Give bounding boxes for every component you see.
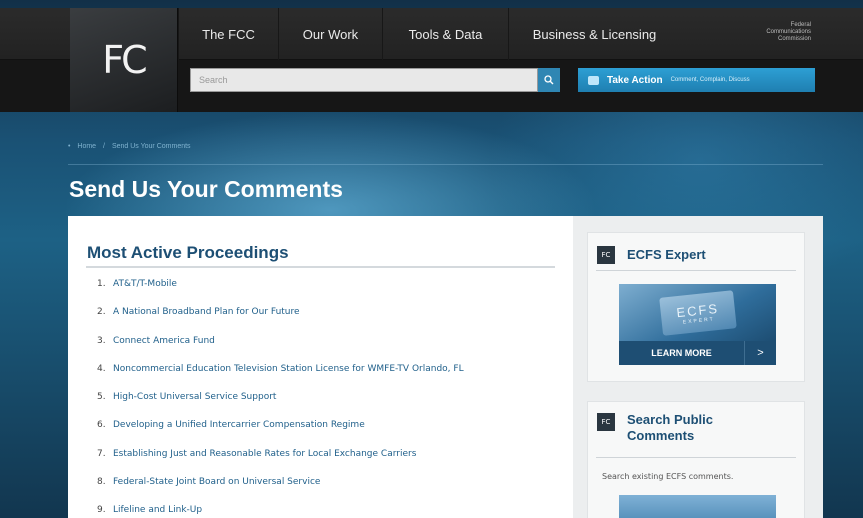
proceeding-link[interactable]: Federal-State Joint Board on Universal S… — [113, 477, 320, 487]
ecfs-card-graphic: ECFS EXPERT — [659, 290, 737, 336]
list-item: 4. Noncommercial Education Television Sta… — [97, 364, 464, 392]
agency-line: Federal — [790, 22, 811, 28]
breadcrumb-current: Send Us Your Comments — [111, 143, 191, 150]
nav-item-label: Our Work — [302, 26, 359, 42]
section-divider — [86, 266, 555, 268]
breadcrumb-separator: / — [103, 143, 105, 150]
item-number: 5. — [97, 392, 106, 403]
nav-item-label: Business & Licensing — [532, 26, 657, 42]
nav-item-label: Tools & Data — [408, 26, 483, 42]
title-line: Comments — [627, 428, 695, 443]
search-comments-description: Search existing ECFS comments. — [602, 472, 734, 481]
learn-more-button[interactable]: LEARN MORE > — [619, 341, 776, 365]
item-number: 8. — [97, 477, 106, 488]
nav-item-business-licensing[interactable]: Business & Licensing — [508, 8, 680, 60]
list-item: 6. Developing a Unified Intercarrier Comp… — [97, 420, 464, 448]
list-item: 9. Lifeline and Link-Up — [97, 505, 464, 518]
proceeding-link[interactable]: Lifeline and Link-Up — [113, 505, 202, 515]
search-button[interactable] — [538, 68, 560, 92]
search-icon — [544, 75, 554, 85]
chevron-right-icon: > — [744, 341, 776, 365]
ecfs-expert-card: FC ECFS Expert ECFS EXPERT LEARN MORE > — [587, 232, 805, 382]
card-divider — [596, 270, 796, 271]
ecfs-expert-title: ECFS Expert — [627, 247, 706, 262]
search-comments-image[interactable] — [619, 495, 776, 518]
fcc-logo[interactable]: FC — [70, 8, 178, 112]
item-number: 9. — [97, 505, 106, 516]
fcc-badge-icon: FC — [597, 413, 615, 431]
item-number: 6. — [97, 420, 106, 431]
search-input[interactable]: Search — [190, 68, 538, 92]
list-item: 8. Federal-State Joint Board on Universal… — [97, 477, 464, 505]
speech-bubble-icon — [588, 75, 599, 85]
list-item: 2. A National Broadband Plan for Our Futu… — [97, 307, 464, 335]
proceeding-link[interactable]: Noncommercial Education Television Stati… — [113, 364, 464, 374]
item-number: 1. — [97, 279, 106, 289]
proceeding-link[interactable]: Establishing Just and Reasonable Rates f… — [113, 449, 416, 459]
take-action-button[interactable]: Take Action Comment, Complain, Discuss — [578, 68, 815, 92]
proceeding-link[interactable]: High-Cost Universal Service Support — [113, 392, 276, 402]
breadcrumb-divider — [68, 164, 823, 165]
proceeding-link[interactable]: Connect America Fund — [113, 336, 215, 346]
list-item: 3. Connect America Fund — [97, 336, 464, 364]
nav-item-the-fcc[interactable]: The FCC — [178, 8, 278, 60]
list-item: 1. AT&T/T-Mobile — [97, 279, 464, 307]
page-title: Send Us Your Comments — [69, 176, 343, 202]
learn-more-label: LEARN MORE — [651, 348, 712, 358]
search-comments-title: Search Public Comments — [627, 412, 713, 444]
breadcrumb: • Home / Send Us Your Comments — [68, 143, 196, 150]
sidebar: FC ECFS Expert ECFS EXPERT LEARN MORE > … — [573, 216, 823, 518]
proceeding-link[interactable]: Developing a Unified Intercarrier Compen… — [113, 420, 365, 430]
take-action-label: Take Action — [607, 74, 663, 86]
proceeding-link[interactable]: AT&T/T-Mobile — [113, 279, 177, 289]
list-item: 5. High-Cost Universal Service Support — [97, 392, 464, 420]
ecfs-expert-image[interactable]: ECFS EXPERT — [619, 284, 776, 341]
fcc-logo-mark: FC — [102, 38, 147, 82]
agency-name: Federal Communications Commission — [731, 22, 811, 43]
nav-item-tools-data[interactable]: Tools & Data — [382, 8, 508, 60]
item-number: 4. — [97, 363, 106, 374]
search-public-comments-card: FC Search Public Comments Search existin… — [587, 401, 805, 518]
site-header: FC The FCC Our Work Tools & Data Busines… — [0, 8, 863, 112]
item-number: 3. — [97, 335, 106, 346]
card-divider — [596, 457, 796, 458]
item-number: 7. — [97, 448, 106, 459]
agency-line: Communications — [766, 29, 811, 35]
agency-line: Commission — [777, 36, 811, 42]
item-number: 2. — [97, 307, 106, 318]
nav-item-label: The FCC — [202, 26, 255, 42]
proceeding-link[interactable]: A National Broadband Plan for Our Future — [113, 307, 300, 317]
breadcrumb-bullet: • — [68, 143, 71, 150]
take-action-subtext: Comment, Complain, Discuss — [670, 77, 750, 83]
fcc-badge-icon: FC — [597, 246, 615, 264]
section-title: Most Active Proceedings — [87, 243, 289, 262]
main-content-panel: Most Active Proceedings 1. AT&T/T-Mobile … — [68, 216, 573, 518]
proceedings-list: 1. AT&T/T-Mobile 2. A National Broadband P… — [97, 279, 464, 518]
breadcrumb-home[interactable]: Home — [77, 143, 96, 150]
list-item: 7. Establishing Just and Reasonable Rates… — [97, 449, 464, 477]
title-line: Search Public — [627, 412, 713, 427]
nav-item-our-work[interactable]: Our Work — [278, 8, 382, 60]
